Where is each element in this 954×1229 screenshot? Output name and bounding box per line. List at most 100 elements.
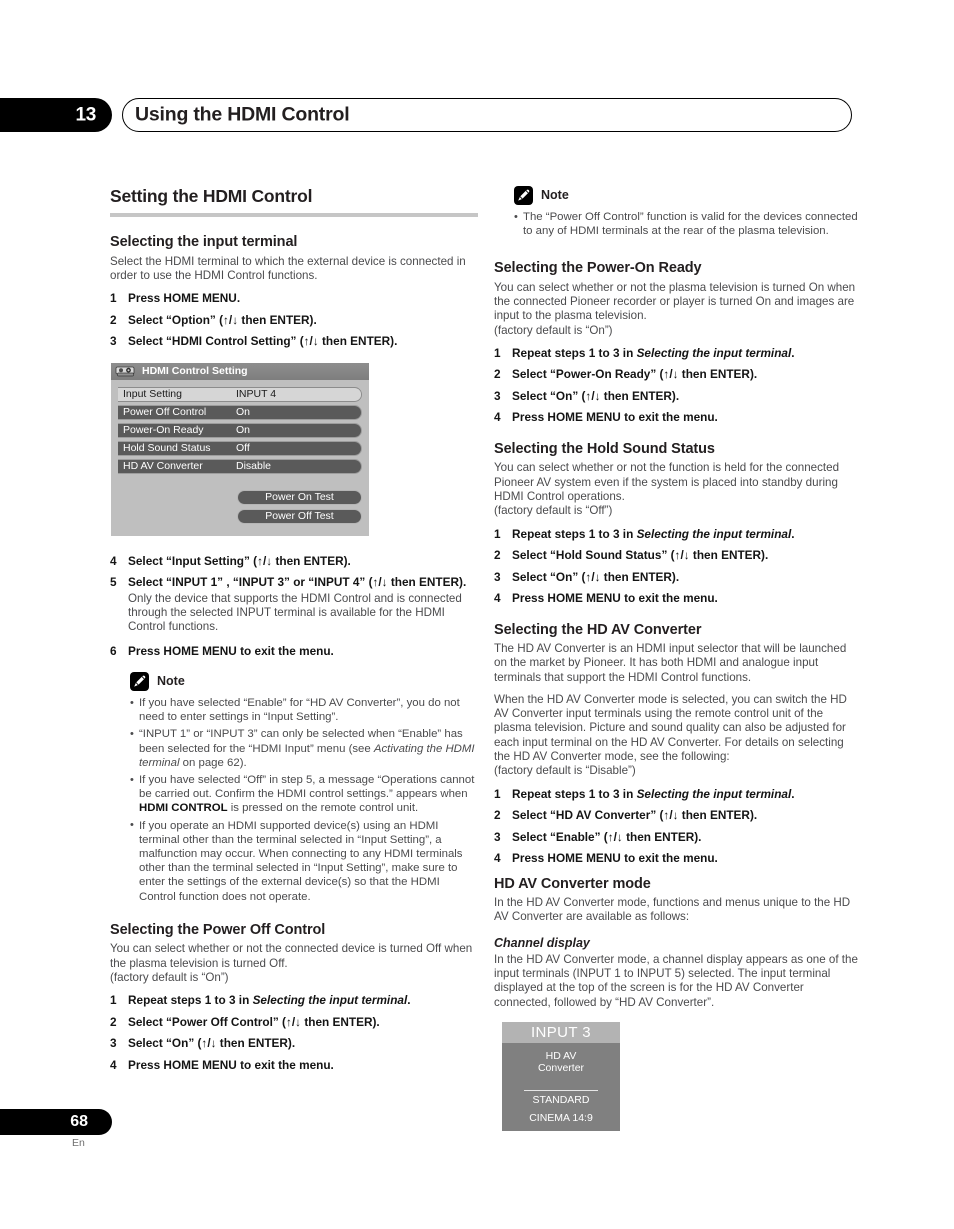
steps-input-terminal-4-6: 4 Select “Input Setting” (↑/↓ then ENTER… (110, 554, 478, 658)
hd-av-converter-para1: The HD AV Converter is an HDMI input sel… (494, 641, 847, 684)
step-item: 2 Select “Hold Sound Status” (↑/↓ then E… (494, 548, 862, 563)
step-item: 4 Press HOME MENU to exit the menu. (494, 851, 862, 866)
footer-language-code: En (72, 1137, 85, 1149)
heading-selecting-hd-av-converter: Selecting the HD AV Converter (494, 621, 702, 638)
intro-hold-sound-status: You can select whether or not the functi… (494, 461, 840, 503)
osd-row-label: Hold Sound Status (123, 441, 211, 454)
step-number: 1 (494, 786, 501, 801)
step-number: 4 (494, 410, 501, 425)
pencil-note-icon (514, 186, 533, 205)
step-number: 1 (110, 291, 117, 306)
step-text: Repeat steps 1 to 3 in Selecting the inp… (512, 526, 795, 541)
steps-hold-sound-status: 1 Repeat steps 1 to 3 in Selecting the i… (494, 527, 862, 606)
step-text: Select “Option” (↑/↓ then ENTER). (128, 312, 317, 327)
step-item: 2 Select “Power Off Control” (↑/↓ then E… (110, 1015, 478, 1030)
default-hd-av-converter: (factory default is “Disable”) (494, 764, 636, 778)
step-text: Select “Hold Sound Status” (↑/↓ then ENT… (512, 548, 769, 563)
heading-selecting-power-on-ready: Selecting the Power-On Ready (494, 260, 702, 277)
chapter-badge: 13 (0, 98, 112, 132)
intro-power-on-ready: You can select whether or not the plasma… (494, 280, 856, 323)
step-number: 2 (494, 808, 501, 823)
step-text: Select “Power-On Ready” (↑/↓ then ENTER)… (512, 367, 758, 382)
step-text: Press HOME MENU to exit the menu. (128, 1057, 334, 1072)
page-number: 68 (70, 1113, 88, 1130)
step-number: 3 (494, 388, 501, 403)
step-text: Press HOME MENU to exit the menu. (512, 851, 718, 866)
osd-row-hd-av-converter[interactable]: HD AV Converter Disable (118, 458, 362, 474)
step-number: 1 (494, 345, 501, 360)
osd-row-value: Off (236, 441, 250, 454)
step-number: 4 (110, 553, 117, 568)
osd-row-power-on-ready[interactable]: Power-On Ready On (118, 422, 362, 438)
section-rule (110, 213, 478, 218)
step-number: 2 (110, 312, 117, 327)
osd-row-value: On (236, 405, 251, 418)
step-item: 3 Select “On” (↑/↓ then ENTER). (494, 570, 862, 585)
heading-selecting-input-terminal: Selecting the input terminal (110, 234, 298, 251)
power-off-test-button[interactable]: Power Off Test (237, 508, 362, 524)
body-channel-display: In the HD AV Converter mode, a channel d… (494, 952, 858, 1009)
note-label: Note (541, 188, 569, 203)
channel-display-input-label: INPUT 3 (502, 1021, 620, 1043)
step-item: 2 Select “HD AV Converter” (↑/↓ then ENT… (494, 808, 862, 823)
step-item: 1 Repeat steps 1 to 3 in Selecting the i… (494, 787, 862, 802)
page-title: Using the HDMI Control (135, 103, 350, 126)
channel-display-figure: INPUT 3 HD AV Converter STANDARD CINEMA … (502, 1021, 620, 1131)
step-text: Repeat steps 1 to 3 in Selecting the inp… (512, 345, 795, 360)
step-number: 1 (494, 526, 501, 541)
steps-input-terminal-1-3: 1 Press HOME MENU. 2 Select “Option” (↑/… (110, 291, 478, 349)
step-text: Select “HD AV Converter” (↑/↓ then ENTER… (512, 808, 758, 823)
steps-hd-av-converter: 1 Repeat steps 1 to 3 in Selecting the i… (494, 787, 862, 866)
note-header: Note (514, 186, 862, 205)
step-item: 1 Repeat steps 1 to 3 in Selecting the i… (494, 346, 862, 361)
left-column: Setting the HDMI Control Selecting the i… (110, 186, 478, 1082)
osd-row-power-off-control[interactable]: Power Off Control On (118, 404, 362, 420)
footer-page-badge: 68 (0, 1109, 112, 1135)
step-number: 3 (110, 1036, 117, 1051)
step-item: 3 Select “HDMI Control Setting” (↑/↓ the… (110, 334, 478, 349)
step-item: 3 Select “Enable” (↑/↓ then ENTER). (494, 830, 862, 845)
step-number: 1 (110, 993, 117, 1008)
osd-row-value: On (236, 423, 251, 436)
osd-row-value: INPUT 4 (231, 389, 361, 400)
step-number: 3 (110, 334, 117, 349)
step-number: 5 (110, 575, 117, 590)
note-item: If you operate an HDMI supported device(… (130, 818, 478, 904)
osd-row-input-setting[interactable]: Input Setting INPUT 4 (118, 386, 362, 402)
step-number: 2 (110, 1014, 117, 1029)
step-text: Select “HDMI Control Setting” (↑/↓ then … (128, 334, 398, 349)
step-item: 2 Select “Power-On Ready” (↑/↓ then ENTE… (494, 367, 862, 382)
step-text: Select “Input Setting” (↑/↓ then ENTER). (128, 553, 351, 568)
step-item: 4 Press HOME MENU to exit the menu. (494, 410, 862, 425)
channel-display-body: HD AV Converter STANDARD CINEMA 14:9 (502, 1043, 620, 1131)
osd-row-hold-sound-status[interactable]: Hold Sound Status Off (118, 440, 362, 456)
note-item: If you have selected “Off” in step 5, a … (130, 773, 478, 816)
step-text: Select “Enable” (↑/↓ then ENTER). (512, 829, 702, 844)
step-item: 4 Press HOME MENU to exit the menu. (494, 591, 862, 606)
power-on-test-button[interactable]: Power On Test (237, 489, 362, 505)
note-item: If you have selected “Enable” for “HD AV… (130, 695, 478, 724)
osd-row-label: Input Setting (123, 387, 182, 400)
step-number: 3 (494, 829, 501, 844)
step-item: 3 Select “On” (↑/↓ then ENTER). (110, 1036, 478, 1051)
step-text: Press HOME MENU to exit the menu. (128, 643, 334, 658)
step-item: 1 Press HOME MENU. (110, 291, 478, 306)
osd-hdmi-control-setting-figure: HDMI Control Setting Input Setting INPUT… (111, 362, 369, 536)
step-item: 1 Repeat steps 1 to 3 in Selecting the i… (494, 527, 862, 542)
note-item: The “Power Off Control” function is vali… (514, 209, 862, 238)
default-power-off-control: (factory default is “On”) (110, 970, 229, 984)
channel-display-device-line1: HD AV (545, 1049, 577, 1062)
channel-display-mode-line2: CINEMA 14:9 (529, 1112, 593, 1125)
osd-button-group: Power On Test Power Off Test (111, 489, 362, 528)
heading-selecting-power-off-control: Selecting the Power Off Control (110, 921, 326, 938)
osd-row-value: Disable (236, 459, 272, 472)
osd-row-label: Power Off Control (123, 405, 207, 418)
intro-selecting-input-terminal: Select the HDMI terminal to which the ex… (110, 254, 466, 282)
step-item: 2 Select “Option” (↑/↓ then ENTER). (110, 313, 478, 328)
note-block-right: Note The “Power Off Control” function is… (494, 186, 862, 238)
step-text: Press HOME MENU. (128, 291, 241, 306)
step-item: 4 Select “Input Setting” (↑/↓ then ENTER… (110, 554, 478, 569)
step-text: Press HOME MENU to exit the menu. (512, 410, 718, 425)
default-hold-sound-status: (factory default is “Off”) (494, 504, 613, 518)
channel-display-divider (524, 1089, 598, 1091)
